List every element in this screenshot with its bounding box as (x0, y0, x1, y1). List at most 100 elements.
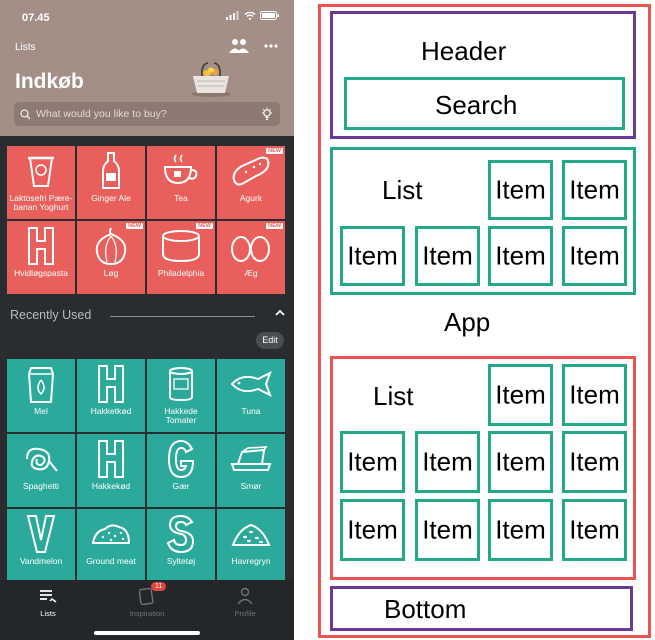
header-actions (228, 38, 278, 54)
share-members-icon[interactable] (228, 38, 250, 54)
recently-used-grid: Mel Hakketkød Hakkede Tomater Tuna Spagh… (7, 359, 285, 582)
battery-icon (260, 11, 279, 20)
tin-can-icon (169, 367, 193, 402)
search-input[interactable] (36, 108, 256, 120)
list-item[interactable]: Hakkede Tomater (147, 359, 215, 432)
search-box: Search (344, 77, 625, 130)
letter-g-icon (167, 439, 195, 479)
list-item[interactable]: Vandmelon (7, 509, 75, 582)
butter-icon (230, 446, 272, 471)
new-badge: NEW (266, 148, 283, 154)
item-box: Item (488, 431, 553, 493)
search-label: Search (435, 90, 518, 120)
fish-icon (230, 370, 272, 398)
cucumber-icon (232, 156, 270, 186)
list-item[interactable]: Ground meat (77, 509, 145, 582)
list-item[interactable]: NEW Philadelphia (147, 221, 215, 294)
list-item[interactable]: Tuna (217, 359, 285, 432)
edit-button[interactable]: Edit (256, 332, 284, 349)
list-item-label: Æg (244, 268, 258, 278)
letter-h-icon (98, 440, 124, 478)
list-label: List (382, 175, 423, 205)
search-bar[interactable] (14, 102, 280, 126)
teacup-icon (163, 154, 198, 185)
basket-illustration (191, 62, 231, 97)
list-item[interactable]: Syltetøj (147, 509, 215, 582)
item-box: Item (562, 160, 627, 220)
tab-lists[interactable]: Lists (18, 586, 78, 618)
eggs-icon (231, 236, 270, 262)
app-diagram: Header Search List Item Item Item Item I… (318, 4, 651, 638)
suggestion-bulb-icon[interactable] (261, 107, 273, 121)
list-item-label: Smør (240, 481, 262, 491)
item-box: Item (340, 499, 405, 561)
tab-label: Profile (234, 609, 256, 618)
list-item-label: Løg (103, 268, 119, 278)
tab-inspiration[interactable]: 11 Inspiration (117, 582, 177, 618)
app-label: App (444, 307, 491, 337)
tub-icon (162, 230, 200, 263)
new-badge: NEW (266, 223, 283, 229)
item-box: Item (340, 226, 405, 286)
home-indicator (94, 631, 200, 635)
ground-meat-icon (91, 524, 131, 544)
profile-icon (237, 587, 253, 605)
new-badge: NEW (126, 223, 143, 229)
status-icons (226, 11, 280, 20)
list-item-label: Syltetøj (166, 556, 196, 566)
list-item-label: Ground meat (86, 556, 136, 566)
status-time: 07.45 (22, 12, 50, 24)
list-item[interactable]: NEW Løg (77, 221, 145, 294)
list-item[interactable]: Smør (217, 434, 285, 507)
list-item[interactable]: NEW Æg (217, 221, 285, 294)
recently-used-title: Recently Used (10, 308, 92, 322)
tab-label: Inspiration (129, 609, 165, 618)
spaghetti-icon (26, 447, 58, 472)
more-options-icon[interactable] (264, 44, 278, 48)
list-item-label: Gær (172, 481, 190, 491)
yoghurt-icon (28, 156, 54, 187)
list-item[interactable]: Hvidløgspasta (7, 221, 75, 294)
item-box: Item (562, 364, 627, 426)
list-item[interactable]: Gær (147, 434, 215, 507)
header-label: Header (421, 36, 507, 66)
item-box: Item (415, 431, 480, 493)
onion-icon (95, 227, 127, 266)
list-item-label: Ginger Ale (91, 193, 131, 203)
list-item[interactable]: Hakketkød (77, 359, 145, 432)
chevron-up-icon[interactable] (274, 308, 286, 318)
back-to-lists-link[interactable]: Lists (15, 42, 36, 53)
item-box: Item (340, 431, 405, 493)
search-icon (20, 108, 31, 119)
list-item[interactable]: Laktosefri Pære-banan Yoghurt (7, 146, 75, 219)
list-item[interactable]: Hakkekød (77, 434, 145, 507)
item-box: Item (562, 431, 627, 493)
list-item-label: Laktosefri Pære-banan Yoghurt (9, 193, 73, 212)
tab-profile[interactable]: Profile (215, 586, 275, 618)
list-item-label: Philadelphia (157, 268, 205, 278)
phone-screen: 07.45 Lists Indkøb What would you like t… (0, 0, 294, 640)
list-item[interactable]: Tea (147, 146, 215, 219)
list-item[interactable]: Havregryn (217, 509, 285, 582)
list-item[interactable]: NEW Agurk (217, 146, 285, 219)
list-item[interactable]: Spaghetti (7, 434, 75, 507)
item-box: Item (415, 499, 480, 561)
item-box: Item (488, 364, 553, 426)
recently-used-header[interactable]: Recently Used (0, 304, 294, 328)
flour-bag-icon (27, 367, 55, 403)
list-item-label: Tuna (241, 406, 261, 416)
list-item[interactable]: Mel (7, 359, 75, 432)
bottom-label: Bottom (384, 594, 467, 624)
signal-icon (226, 11, 239, 20)
header-box: Header Search (330, 11, 636, 139)
divider (110, 316, 255, 317)
letter-h-icon (98, 365, 124, 403)
list-item-label: Hakkede Tomater (164, 406, 198, 425)
list-box: List Item Item Item Item Item Item (330, 147, 636, 295)
item-box: Item (562, 226, 627, 286)
list-label: List (373, 381, 414, 411)
list-item[interactable]: Ginger Ale (77, 146, 145, 219)
list-item-label: Vandmelon (19, 556, 63, 566)
list-grid: Laktosefri Pære-banan Yoghurt Ginger Ale… (7, 146, 285, 294)
item-box: Item (415, 226, 480, 286)
